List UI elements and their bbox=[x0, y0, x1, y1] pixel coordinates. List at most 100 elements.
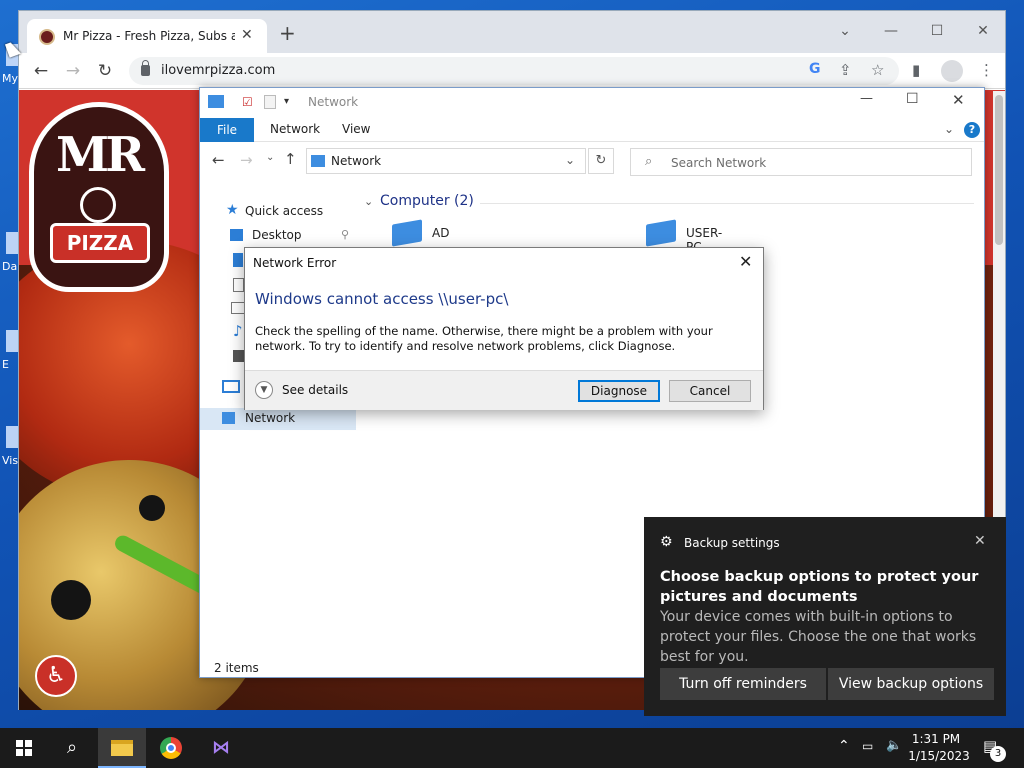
turn-off-reminders-button[interactable]: Turn off reminders bbox=[660, 668, 826, 700]
tab-search-icon[interactable]: ⌄ bbox=[823, 17, 867, 45]
dialog-close-icon[interactable]: ✕ bbox=[739, 252, 752, 271]
notification-count-badge: 3 bbox=[990, 746, 1006, 762]
search-icon: ⌕ bbox=[645, 154, 653, 169]
qat-dropdown-icon[interactable]: ▾ bbox=[284, 96, 289, 107]
explorer-address-bar[interactable]: Network ⌄ bbox=[306, 148, 586, 174]
downloads-icon[interactable] bbox=[233, 253, 243, 267]
explorer-search-input[interactable]: ⌕ Search Network bbox=[630, 148, 972, 176]
network-icon bbox=[222, 412, 235, 424]
profile-avatar-icon[interactable] bbox=[941, 60, 963, 82]
menu-kebab-icon[interactable]: ⋮ bbox=[979, 61, 994, 79]
explorer-minimize-button[interactable]: — bbox=[860, 91, 873, 106]
close-button[interactable]: ✕ bbox=[961, 17, 1005, 45]
network-icon bbox=[311, 155, 325, 167]
nav-item-quick-access[interactable]: ★ Quick access bbox=[200, 201, 356, 223]
scrollbar-thumb[interactable] bbox=[995, 95, 1003, 245]
share-icon[interactable]: ⇪ bbox=[839, 61, 852, 79]
lock-icon bbox=[141, 60, 150, 76]
start-button[interactable] bbox=[0, 728, 48, 768]
desktop-icon-vis[interactable]: Vis bbox=[0, 426, 19, 467]
help-icon[interactable]: ? bbox=[964, 122, 980, 138]
tab-close-icon[interactable]: ✕ bbox=[241, 27, 253, 43]
diagnose-button[interactable]: Diagnose bbox=[578, 380, 660, 402]
dialog-title: Network Error bbox=[253, 256, 337, 270]
gear-icon: ⚙ bbox=[660, 534, 673, 550]
desktop-icon-label: E bbox=[2, 358, 9, 371]
explorer-maximize-button[interactable]: ☐ bbox=[906, 91, 919, 107]
taskbar-chrome[interactable] bbox=[148, 728, 196, 768]
new-folder-icon[interactable] bbox=[264, 95, 276, 109]
minimize-button[interactable]: — bbox=[869, 17, 913, 45]
side-panel-icon[interactable]: ▮ bbox=[912, 61, 920, 79]
olive-decoration bbox=[139, 495, 165, 521]
refresh-icon[interactable]: ↻ bbox=[588, 148, 614, 174]
visual-studio-icon[interactable]: ⋈ bbox=[197, 728, 245, 768]
see-details-link[interactable]: See details bbox=[282, 383, 348, 397]
folder-icon bbox=[111, 740, 133, 756]
notification-app-name: Backup settings bbox=[684, 536, 780, 550]
cancel-button[interactable]: Cancel bbox=[669, 380, 751, 402]
pictures-icon[interactable] bbox=[231, 302, 245, 314]
ribbon-expand-icon[interactable]: ⌄ bbox=[944, 122, 954, 136]
bookmark-star-icon[interactable]: ☆ bbox=[871, 61, 884, 79]
back-arrow-icon[interactable]: ← bbox=[27, 59, 55, 83]
tray-chevron-up-icon[interactable]: ⌃ bbox=[838, 738, 850, 754]
view-backup-options-button[interactable]: View backup options bbox=[828, 668, 994, 700]
search-icon[interactable]: ⌕ bbox=[48, 728, 96, 768]
nav-item-network[interactable]: Network bbox=[200, 408, 356, 430]
explorer-forward-icon[interactable]: → bbox=[240, 151, 253, 169]
logo-face-icon bbox=[80, 187, 116, 223]
clock-date[interactable]: 1/15/2023 bbox=[906, 749, 972, 763]
this-pc-icon[interactable] bbox=[222, 380, 240, 393]
network-tray-icon[interactable]: ▭ bbox=[862, 739, 873, 753]
volume-icon[interactable]: 🔈 bbox=[886, 738, 902, 753]
group-header[interactable]: Computer (2) bbox=[380, 193, 474, 209]
recent-locations-icon[interactable]: ⌄ bbox=[266, 152, 274, 163]
browser-tab[interactable]: Mr Pizza - Fresh Pizza, Subs and ✕ bbox=[27, 19, 267, 53]
nav-item-desktop[interactable]: Desktop ⚲ bbox=[200, 225, 356, 247]
taskbar-file-explorer[interactable] bbox=[98, 728, 146, 768]
status-bar-item-count: 2 items bbox=[214, 661, 259, 675]
explorer-back-icon[interactable]: ← bbox=[212, 151, 225, 169]
notification-body: Your device comes with built-in options … bbox=[660, 609, 977, 665]
maximize-button[interactable]: ☐ bbox=[915, 17, 959, 45]
group-collapse-icon[interactable]: ⌄ bbox=[364, 195, 373, 208]
music-icon[interactable]: ♪ bbox=[233, 322, 243, 340]
documents-icon[interactable] bbox=[233, 278, 244, 292]
tab-file[interactable]: File bbox=[200, 118, 254, 142]
accessibility-icon[interactable]: ♿ bbox=[35, 655, 77, 697]
chevron-down-icon[interactable]: ▼ bbox=[255, 381, 273, 399]
desktop-icon-label: Vis bbox=[2, 454, 19, 467]
chrome-toolbar: ← → ↻ ilovemrpizza.com G ⇪ ☆ ▮ ⋮ bbox=[19, 53, 1005, 89]
ribbon-tabs: File Network View ⌄ ? bbox=[200, 118, 984, 142]
taskbar: ⌕ ⋈ ⌃ ▭ 🔈 1:31 PM 1/15/2023 ▤ bbox=[0, 728, 1024, 768]
desktop-icon bbox=[230, 229, 243, 241]
up-arrow-icon[interactable]: ↑ bbox=[284, 150, 297, 168]
notification-close-icon[interactable]: ✕ bbox=[974, 533, 986, 549]
tab-view[interactable]: View bbox=[342, 122, 370, 136]
search-placeholder: Search Network bbox=[671, 156, 767, 170]
properties-icon[interactable]: ☑ bbox=[242, 95, 253, 109]
desktop-icon-e[interactable]: E bbox=[0, 330, 18, 371]
tab-title: Mr Pizza - Fresh Pizza, Subs and bbox=[63, 29, 235, 43]
desktop-icon-da[interactable]: Da bbox=[0, 232, 18, 273]
new-tab-button[interactable]: + bbox=[279, 23, 296, 43]
clock-time[interactable]: 1:31 PM bbox=[906, 732, 966, 746]
google-icon[interactable]: G bbox=[809, 61, 821, 77]
dialog-message: Check the spelling of the name. Otherwis… bbox=[255, 324, 713, 353]
explorer-close-button[interactable]: ✕ bbox=[952, 91, 965, 109]
site-favicon-icon bbox=[39, 29, 55, 45]
address-bar[interactable]: ilovemrpizza.com G ⇪ ☆ bbox=[129, 57, 899, 85]
star-icon: ★ bbox=[226, 202, 239, 218]
dialog-heading: Windows cannot access \\user-pc\ bbox=[255, 290, 509, 308]
forward-arrow-icon[interactable]: → bbox=[59, 59, 87, 83]
mr-pizza-logo[interactable]: MR PIZZA bbox=[29, 102, 169, 292]
chrome-tab-bar: Mr Pizza - Fresh Pizza, Subs and ✕ + ⌄ —… bbox=[19, 11, 1005, 53]
computer-label: AD bbox=[432, 226, 450, 240]
reload-icon[interactable]: ↻ bbox=[91, 59, 119, 83]
address-dropdown-icon[interactable]: ⌄ bbox=[565, 153, 575, 167]
tab-network[interactable]: Network bbox=[270, 122, 320, 136]
url-text[interactable]: ilovemrpizza.com bbox=[161, 63, 275, 78]
backup-notification: ⚙ Backup settings ✕ Choose backup option… bbox=[644, 517, 1006, 716]
logo-pizza-text: PIZZA bbox=[50, 223, 150, 263]
